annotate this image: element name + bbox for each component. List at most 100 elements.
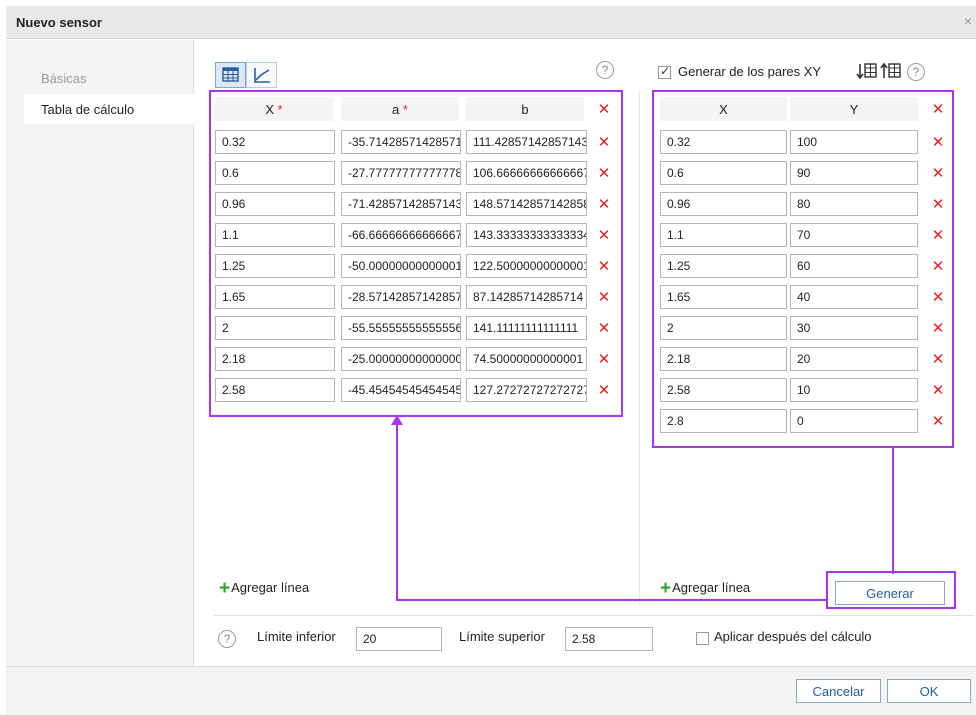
calc-b-input[interactable]: 74.50000000000001 [466, 347, 587, 371]
limits-divider [214, 615, 974, 616]
calc-x-input[interactable]: 0.32 [215, 130, 335, 154]
table-view-button[interactable] [215, 62, 246, 88]
table-view-icon [222, 67, 239, 82]
ok-button[interactable]: OK [887, 679, 971, 703]
lower-limit-label: Límite inferior [257, 629, 336, 644]
delete-row-icon[interactable]: ✕ [597, 350, 611, 368]
calc-a-input[interactable]: -55.55555555555556 [341, 316, 461, 340]
cancel-button[interactable]: Cancelar [796, 679, 881, 703]
sidebar: Básicas Tabla de cálculo [6, 40, 194, 666]
xy-y-input[interactable]: 30 [790, 316, 918, 340]
calc-b-input[interactable]: 141.11111111111111 [466, 316, 587, 340]
xy-y-input[interactable]: 20 [790, 347, 918, 371]
chart-view-button[interactable] [246, 62, 277, 88]
calc-b-input[interactable]: 106.66666666666667 [466, 161, 587, 185]
calc-x-input[interactable]: 1.65 [215, 285, 335, 309]
delete-row-icon[interactable]: ✕ [931, 257, 945, 275]
calc-a-input[interactable]: -66.66666666666667 [341, 223, 461, 247]
xy-y-input[interactable]: 40 [790, 285, 918, 309]
delete-row-icon[interactable]: ✕ [931, 164, 945, 182]
help-icon[interactable]: ? [596, 61, 614, 79]
sort-down-icon[interactable] [856, 61, 878, 81]
help-icon[interactable]: ? [907, 63, 925, 81]
apply-after-checkbox[interactable] [696, 632, 709, 645]
xy-x-input[interactable]: 1.1 [660, 223, 787, 247]
xy-x-input[interactable]: 1.25 [660, 254, 787, 278]
calc-x-input[interactable]: 2 [215, 316, 335, 340]
calc-b-input[interactable]: 127.27272727272727 [466, 378, 587, 402]
delete-row-icon[interactable]: ✕ [931, 133, 945, 151]
calc-x-input[interactable]: 1.25 [215, 254, 335, 278]
calc-x-input[interactable]: 0.6 [215, 161, 335, 185]
calc-x-input[interactable]: 0.96 [215, 192, 335, 216]
add-calc-row-button[interactable]: +Agregar línea [219, 578, 309, 600]
xy-x-input[interactable]: 0.32 [660, 130, 787, 154]
close-icon[interactable]: × [964, 13, 972, 29]
calc-x-input[interactable]: 1.1 [215, 223, 335, 247]
dialog-titlebar: Nuevo sensor × [6, 6, 976, 39]
calc-b-input[interactable]: 111.42857142857143 [466, 130, 587, 154]
calc-x-input[interactable]: 2.18 [215, 347, 335, 371]
connector-line [396, 422, 398, 601]
calc-a-input[interactable]: -35.714285714285715 [341, 130, 461, 154]
xy-y-input[interactable]: 10 [790, 378, 918, 402]
generate-xy-label: Generar de los pares XY [678, 64, 822, 79]
sort-up-icon[interactable] [880, 61, 902, 81]
delete-row-icon[interactable]: ✕ [597, 257, 611, 275]
delete-row-icon[interactable]: ✕ [597, 195, 611, 213]
calc-x-input[interactable]: 2.58 [215, 378, 335, 402]
delete-row-icon[interactable]: ✕ [597, 381, 611, 399]
delete-row-icon[interactable]: ✕ [931, 381, 945, 399]
xy-x-input[interactable]: 2.58 [660, 378, 787, 402]
xy-y-input[interactable]: 60 [790, 254, 918, 278]
calc-a-input[interactable]: -45.45454545454545 [341, 378, 461, 402]
delete-row-icon[interactable]: ✕ [931, 412, 945, 430]
calc-b-input[interactable]: 122.50000000000001 [466, 254, 587, 278]
delete-row-icon[interactable]: ✕ [597, 319, 611, 337]
delete-row-icon[interactable]: ✕ [931, 350, 945, 368]
new-sensor-dialog: Nuevo sensor × Básicas Tabla de cálculo [6, 6, 976, 715]
delete-row-icon[interactable]: ✕ [931, 319, 945, 337]
calc-a-input[interactable]: -71.42857142857143 [341, 192, 461, 216]
view-toggle [215, 62, 295, 88]
xy-y-input[interactable]: 0 [790, 409, 918, 433]
calc-b-input[interactable]: 143.33333333333334 [466, 223, 587, 247]
xy-y-input[interactable]: 90 [790, 161, 918, 185]
xy-x-input[interactable]: 2 [660, 316, 787, 340]
delete-row-icon[interactable]: ✕ [931, 288, 945, 306]
xy-x-input[interactable]: 1.65 [660, 285, 787, 309]
xy-y-input[interactable]: 80 [790, 192, 918, 216]
help-icon[interactable]: ? [218, 630, 236, 648]
delete-row-icon[interactable]: ✕ [597, 226, 611, 244]
upper-limit-input[interactable]: 2.58 [565, 627, 653, 651]
sidebar-item-label: Básicas [41, 71, 87, 86]
calc-a-input[interactable]: -25.000000000000004 [341, 347, 461, 371]
calc-a-input[interactable]: -27.77777777777778 [341, 161, 461, 185]
xy-x-input[interactable]: 0.96 [660, 192, 787, 216]
delete-row-icon[interactable]: ✕ [931, 195, 945, 213]
delete-row-icon[interactable]: ✕ [931, 226, 945, 244]
xy-x-input[interactable]: 0.6 [660, 161, 787, 185]
upper-limit-label: Límite superior [459, 629, 545, 644]
dialog-title: Nuevo sensor [16, 15, 102, 30]
generate-xy-checkbox[interactable] [658, 64, 671, 79]
calc-a-input[interactable]: -28.571428571428573 [341, 285, 461, 309]
add-xy-row-button[interactable]: +Agregar línea [660, 578, 750, 600]
delete-row-icon[interactable]: ✕ [597, 133, 611, 151]
generate-button-highlight [826, 571, 956, 609]
apply-after-label: Aplicar después del cálculo [714, 629, 872, 644]
xy-x-input[interactable]: 2.8 [660, 409, 787, 433]
calc-a-input[interactable]: -50.000000000000014 [341, 254, 461, 278]
sidebar-item-tabla-calculo[interactable]: Tabla de cálculo [24, 94, 194, 124]
calc-b-input[interactable]: 87.14285714285714 [466, 285, 587, 309]
sidebar-item-basicas[interactable]: Básicas [24, 63, 194, 93]
connector-line [892, 447, 894, 574]
xy-x-input[interactable]: 2.18 [660, 347, 787, 371]
dialog-footer: Cancelar OK [6, 666, 976, 715]
xy-y-input[interactable]: 70 [790, 223, 918, 247]
lower-limit-input[interactable]: 20 [356, 627, 442, 651]
xy-y-input[interactable]: 100 [790, 130, 918, 154]
delete-row-icon[interactable]: ✕ [597, 288, 611, 306]
calc-b-input[interactable]: 148.57142857142858 [466, 192, 587, 216]
delete-row-icon[interactable]: ✕ [597, 164, 611, 182]
